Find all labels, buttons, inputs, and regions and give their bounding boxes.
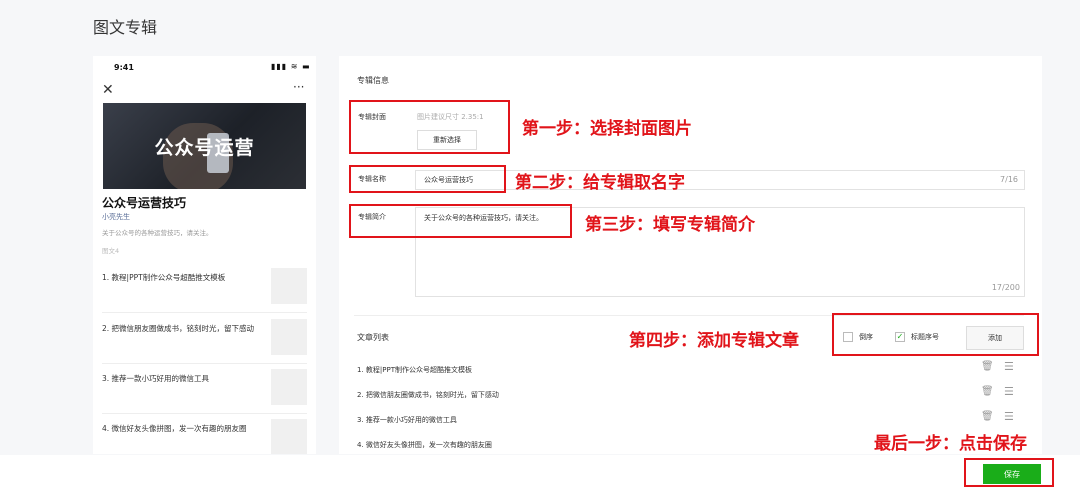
article-list-title: 文章列表 <box>357 333 389 342</box>
list-item: 4. 微信好友头像拼图，发一次有趣的朋友圈 <box>102 419 307 454</box>
annotation-step4: 第四步：添加专辑文章 <box>629 331 799 351</box>
table-row: 2. 把微信朋友圈做成书，铭刻时光，留下感动 🗑 ☰ <box>357 384 1023 409</box>
list-item-thumbnail <box>271 319 307 355</box>
list-item: 1. 教程|PPT制作公众号超酷推文模板 <box>102 268 307 313</box>
drag-handle-icon[interactable]: ☰ <box>1004 410 1014 423</box>
page-title: 图文专辑 <box>93 18 158 37</box>
list-item-title: 1. 教程|PPT制作公众号超酷推文模板 <box>102 273 226 282</box>
album-author: 小亮先生 <box>102 213 130 221</box>
list-item-title: 4. 微信好友头像拼图，发一次有趣的朋友圈 <box>102 424 247 433</box>
annotation-box-intro <box>349 204 572 238</box>
status-time: 9:41 <box>114 63 134 72</box>
article-title: 1. 教程|PPT制作公众号超酷推文模板 <box>357 366 472 374</box>
album-count: 图文4 <box>102 247 120 255</box>
section-title: 专辑信息 <box>357 76 389 85</box>
list-item-title: 2. 把微信朋友圈做成书，铭刻时光，留下感动 <box>102 324 255 333</box>
drag-handle-icon[interactable]: ☰ <box>1004 360 1014 373</box>
album-name: 公众号运营技巧 <box>102 196 187 210</box>
close-icon: ✕ <box>102 82 114 98</box>
album-name-counter: 7/16 <box>1000 175 1018 184</box>
annotation-final: 最后一步：点击保存 <box>874 434 1027 454</box>
annotation-box-name <box>349 165 506 193</box>
annotation-box-articles <box>832 313 1039 356</box>
album-description: 关于公众号的各种运营技巧，请关注。 <box>102 229 213 237</box>
bottom-action-bar <box>0 455 1080 488</box>
table-row: 1. 教程|PPT制作公众号超酷推文模板 🗑 ☰ <box>357 359 1023 384</box>
trash-icon[interactable]: 🗑 <box>981 361 994 372</box>
album-intro-counter: 17/200 <box>991 283 1020 292</box>
status-bar-icons: ▮▮▮ ≋ ▬ <box>271 62 311 71</box>
list-item-title: 3. 推荐一款小巧好用的微信工具 <box>102 374 210 383</box>
album-name-input[interactable]: 公众号运营技巧 7/16 <box>415 170 1025 190</box>
annotation-box-save <box>964 458 1054 487</box>
annotation-step1: 第一步：选择封面图片 <box>522 119 692 139</box>
cover-image: 公众号运营 <box>103 103 306 189</box>
annotation-box-cover <box>349 100 510 154</box>
annotation-step3: 第三步：填写专辑简介 <box>585 215 755 235</box>
article-title: 2. 把微信朋友圈做成书，铭刻时光，留下感动 <box>357 391 499 399</box>
trash-icon[interactable]: 🗑 <box>981 411 994 422</box>
article-title: 3. 推荐一款小巧好用的微信工具 <box>357 416 457 424</box>
list-item-thumbnail <box>271 268 307 304</box>
list-item: 3. 推荐一款小巧好用的微信工具 <box>102 369 307 414</box>
more-icon: ··· <box>293 80 305 94</box>
drag-handle-icon[interactable]: ☰ <box>1004 385 1014 398</box>
trash-icon[interactable]: 🗑 <box>981 386 994 397</box>
annotation-step2: 第二步：给专辑取名字 <box>515 173 685 193</box>
cover-text: 公众号运营 <box>154 137 255 159</box>
list-item-thumbnail <box>271 419 307 454</box>
article-title: 4. 微信好友头像拼图，发一次有趣的朋友圈 <box>357 441 492 449</box>
list-item-thumbnail <box>271 369 307 405</box>
list-item: 2. 把微信朋友圈做成书，铭刻时光，留下感动 <box>102 319 307 364</box>
phone-preview: 9:41 ▮▮▮ ≋ ▬ ✕ ··· 公众号运营 公众号运营技巧 小亮先生 关于… <box>93 56 316 454</box>
